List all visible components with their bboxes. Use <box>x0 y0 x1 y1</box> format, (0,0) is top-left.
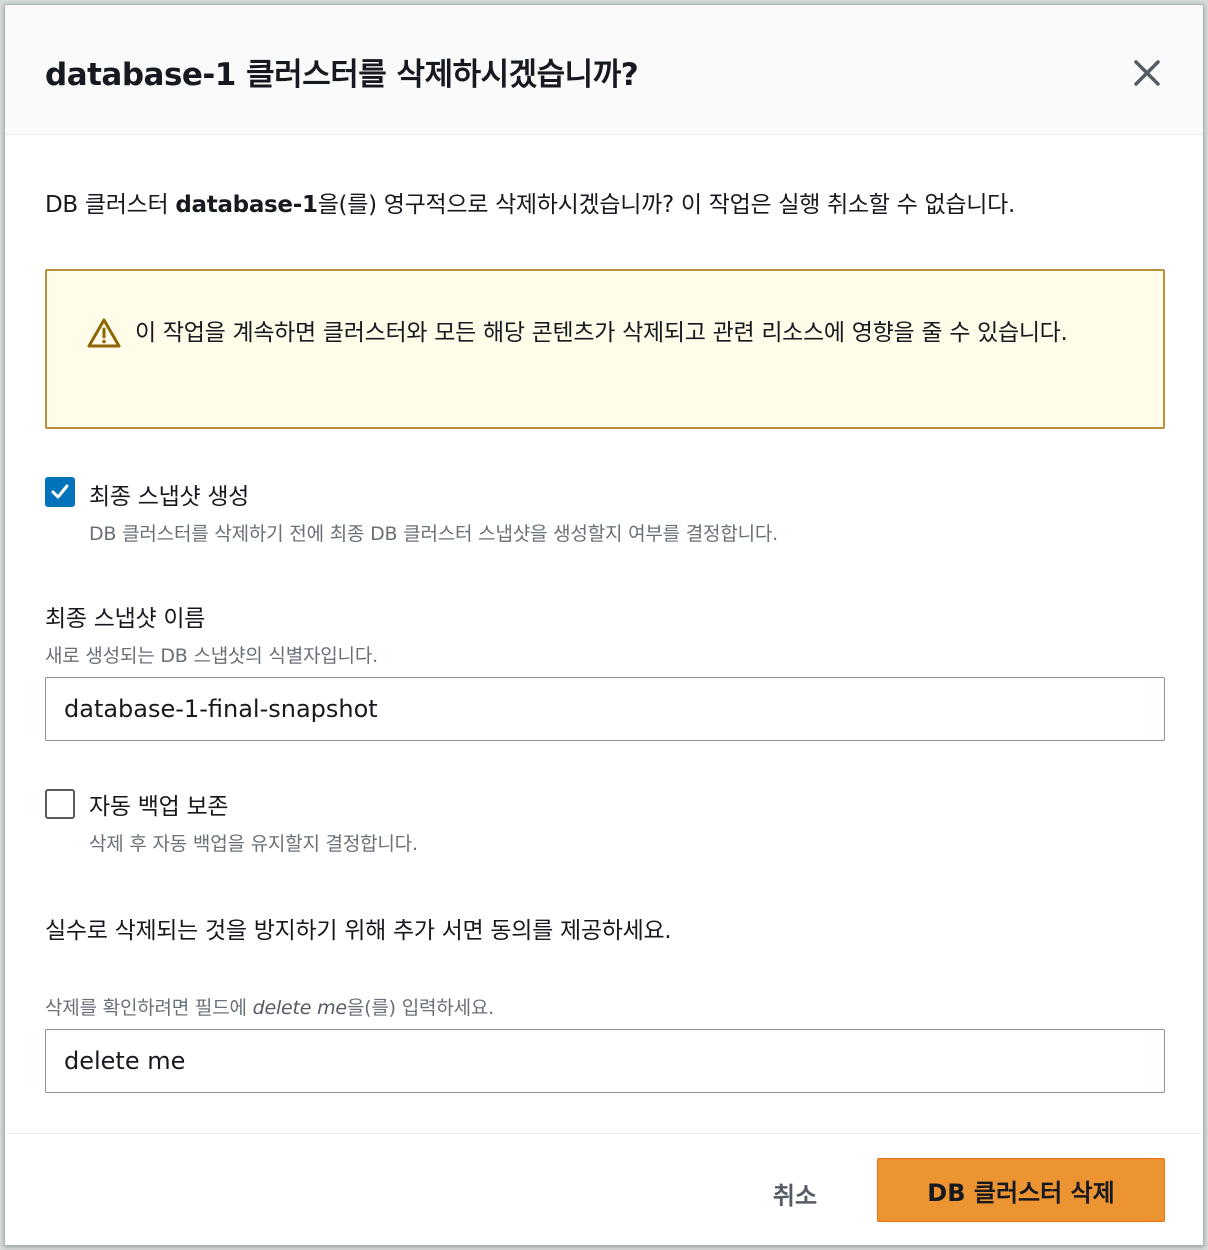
snapshot-name-input[interactable] <box>45 677 1165 741</box>
intro-suffix: 을(를) 영구적으로 삭제하시겠습니까? 이 작업은 실행 취소할 수 없습니다… <box>317 192 1016 218</box>
intro-cluster-name: database-1 <box>175 192 318 218</box>
confirm-heading: 실수로 삭제되는 것을 방지하기 위해 추가 서면 동의를 제공하세요. <box>45 918 672 944</box>
confirm-hint-suffix: 을(를) 입력하세요. <box>346 997 494 1019</box>
modal-title: database-1 클러스터를 삭제하시겠습니까? <box>45 57 639 93</box>
modal-header: database-1 클러스터를 삭제하시겠습니까? <box>5 5 1203 135</box>
checkmark-icon <box>51 484 69 499</box>
warning-icon <box>87 317 121 349</box>
final-snapshot-label: 최종 스냅샷 생성 <box>89 484 250 510</box>
confirm-hint-keyword: delete me <box>252 997 347 1019</box>
warning-text: 이 작업을 계속하면 클러스터와 모든 해당 콘텐츠가 삭제되고 관련 리소스에… <box>135 320 1068 346</box>
final-snapshot-description: DB 클러스터를 삭제하기 전에 최종 DB 클러스터 스냅샷을 생성할지 여부… <box>89 523 779 545</box>
delete-cluster-button[interactable]: DB 클러스터 삭제 <box>877 1158 1165 1222</box>
intro-prefix: DB 클러스터 <box>45 192 176 218</box>
confirm-hint-prefix: 삭제를 확인하려면 필드에 <box>45 997 253 1019</box>
warning-alert: 이 작업을 계속하면 클러스터와 모든 해당 콘텐츠가 삭제되고 관련 리소스에… <box>45 269 1165 429</box>
retain-backups-label: 자동 백업 보존 <box>89 794 229 820</box>
snapshot-name-label: 최종 스냅샷 이름 <box>45 606 206 632</box>
retain-backups-description: 삭제 후 자동 백업을 유지할지 결정합니다. <box>89 833 418 855</box>
delete-cluster-modal: database-1 클러스터를 삭제하시겠습니까? DB 클러스터 datab… <box>4 4 1204 1246</box>
cancel-button[interactable]: 취소 <box>735 1165 855 1221</box>
footer-divider <box>5 1133 1203 1134</box>
final-snapshot-checkbox[interactable] <box>45 477 75 507</box>
retain-backups-checkbox[interactable] <box>45 789 75 819</box>
intro-text: DB 클러스터 database-1을(를) 영구적으로 삭제하시겠습니까? 이… <box>45 185 1015 219</box>
snapshot-name-description: 새로 생성되는 DB 스냅샷의 식별자입니다. <box>45 645 378 667</box>
close-icon[interactable] <box>1127 53 1167 93</box>
confirm-input[interactable] <box>45 1029 1165 1093</box>
confirm-hint: 삭제를 확인하려면 필드에 delete me을(를) 입력하세요. <box>45 993 494 1020</box>
